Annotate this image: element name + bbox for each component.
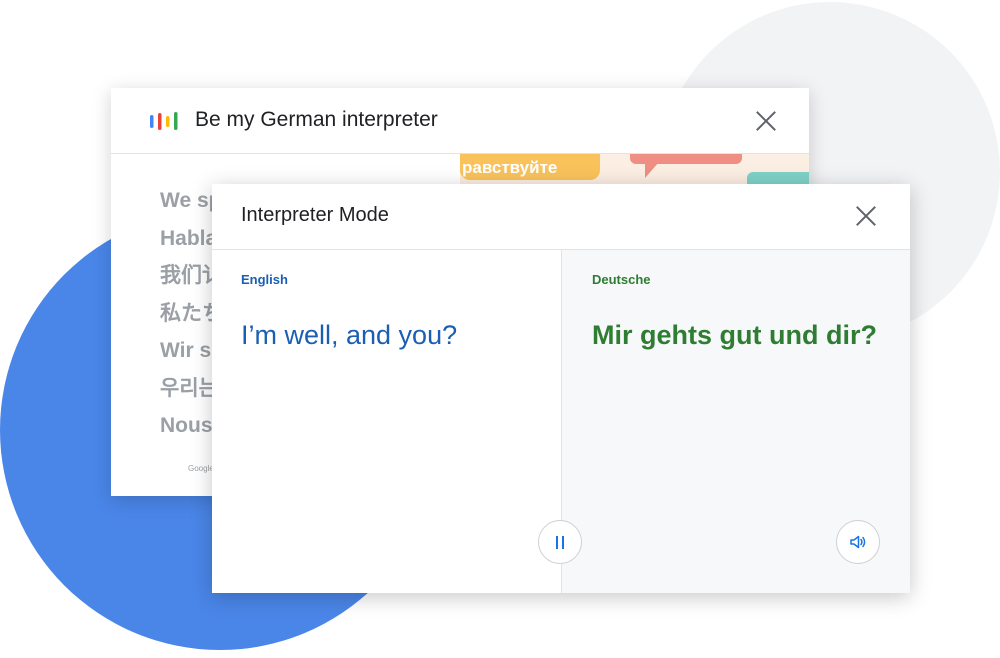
- prompt-card-title: Be my German interpreter: [195, 108, 438, 131]
- close-icon[interactable]: [755, 110, 777, 132]
- close-icon[interactable]: [855, 205, 877, 227]
- interpreter-mode-card: Interpreter Mode English I’m well, and y…: [212, 184, 910, 593]
- stage: Be my German interpreter равствуйте We s…: [0, 0, 1000, 658]
- interpreter-mode-header: Interpreter Mode: [212, 184, 910, 250]
- source-language-pane: English I’m well, and you?: [212, 250, 560, 593]
- speaker-button[interactable]: [836, 520, 880, 564]
- prompt-card-header: Be my German interpreter: [111, 88, 809, 154]
- google-footer-text: Google: [188, 464, 214, 473]
- speech-bubble-text: равствуйте: [462, 158, 558, 177]
- pause-button[interactable]: [538, 520, 582, 564]
- speech-bubble-tail: [645, 162, 659, 178]
- source-language-label: English: [241, 272, 288, 287]
- google-assistant-bars-icon: [150, 112, 178, 130]
- target-phrase: Mir gehts gut und dir?: [592, 320, 877, 350]
- pause-icon: [555, 535, 565, 549]
- target-language-label: Deutsche: [592, 272, 651, 287]
- source-phrase: I’m well, and you?: [241, 320, 458, 350]
- interpreter-mode-title: Interpreter Mode: [241, 204, 389, 226]
- speech-bubble-yellow: равствуйте: [460, 154, 600, 180]
- speaker-icon: [850, 535, 866, 549]
